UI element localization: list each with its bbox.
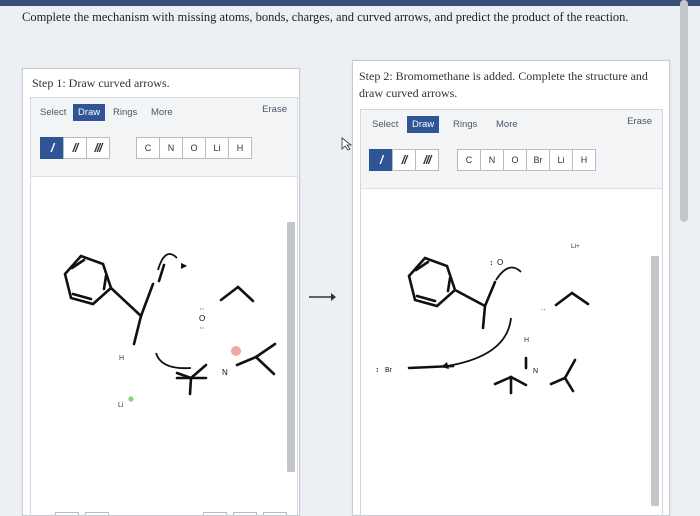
atom-h-label: H xyxy=(524,337,529,344)
step2-title: Step 2: Bromomethane is added. Complete … xyxy=(359,69,648,100)
atom-li-label: Li xyxy=(118,402,124,409)
bond xyxy=(493,375,513,386)
bond xyxy=(549,376,567,386)
atom-li-label: Li+ xyxy=(571,243,580,250)
bond xyxy=(109,286,143,318)
header-bar xyxy=(0,0,700,6)
lone-pair: ·· xyxy=(541,306,546,314)
bond xyxy=(236,285,255,303)
curved-arrow-icon xyxy=(495,266,522,281)
bond xyxy=(189,363,208,380)
atom-br-label: Br xyxy=(385,367,393,374)
step2-editor[interactable]: Select Draw Rings More Erase / // /// C … xyxy=(360,109,663,516)
bond xyxy=(254,342,277,359)
step1-molecule-canvas[interactable]: ▶ O ·· ·· N H Li xyxy=(31,98,297,516)
bond xyxy=(235,355,258,367)
reset-button[interactable] xyxy=(233,512,257,515)
undo-button[interactable] xyxy=(55,512,79,515)
atom-h-label: H xyxy=(119,355,124,362)
step1-editor[interactable]: Select Draw Rings More Erase / // /// C … xyxy=(30,97,298,516)
bond xyxy=(453,288,487,308)
bond xyxy=(132,314,143,346)
curved-arrow-icon xyxy=(446,317,512,367)
ring-double-bond xyxy=(102,274,108,291)
arrowhead-icon: ▶ xyxy=(181,261,188,270)
instructions: Complete the mechanism with missing atom… xyxy=(22,10,629,24)
step1-panel: Step 1: Draw curved arrows. Select Draw … xyxy=(22,68,300,516)
zoom-in-button[interactable] xyxy=(203,512,227,515)
lone-pair: : xyxy=(490,258,493,267)
step2-molecule-canvas[interactable]: O : Br : Li+ H N ·· xyxy=(361,110,662,516)
bond xyxy=(554,291,574,307)
page-scrollbar[interactable] xyxy=(680,0,688,222)
zoom-out-button[interactable] xyxy=(263,512,287,515)
lone-pair: ·· xyxy=(199,324,204,333)
reaction-arrow-icon xyxy=(309,293,336,301)
bond xyxy=(254,355,276,376)
bond xyxy=(139,282,155,318)
bond xyxy=(219,285,240,302)
atom-n-label: N xyxy=(222,368,228,377)
bond xyxy=(570,291,590,306)
curved-arrow-icon xyxy=(157,253,178,271)
step2-panel: Step 2: Bromomethane is added. Complete … xyxy=(352,60,670,516)
bond xyxy=(483,280,497,308)
bond xyxy=(563,376,575,393)
curved-arrow-icon xyxy=(155,352,192,370)
lone-pair: : xyxy=(376,365,379,374)
bond xyxy=(481,304,487,330)
bond xyxy=(188,376,193,396)
redo-button[interactable] xyxy=(85,512,109,515)
step1-title: Step 1: Draw curved arrows. xyxy=(32,76,170,90)
atom-o-label: O xyxy=(497,258,503,267)
negative-charge-highlight xyxy=(231,346,241,356)
atom-n-label: N xyxy=(533,368,538,375)
positive-charge-dot xyxy=(128,396,134,402)
bond xyxy=(563,358,577,380)
atom-o-label: O xyxy=(199,314,205,323)
bond xyxy=(509,375,528,387)
lone-pair: ·· xyxy=(199,305,204,314)
ring-double-bond xyxy=(446,276,452,293)
